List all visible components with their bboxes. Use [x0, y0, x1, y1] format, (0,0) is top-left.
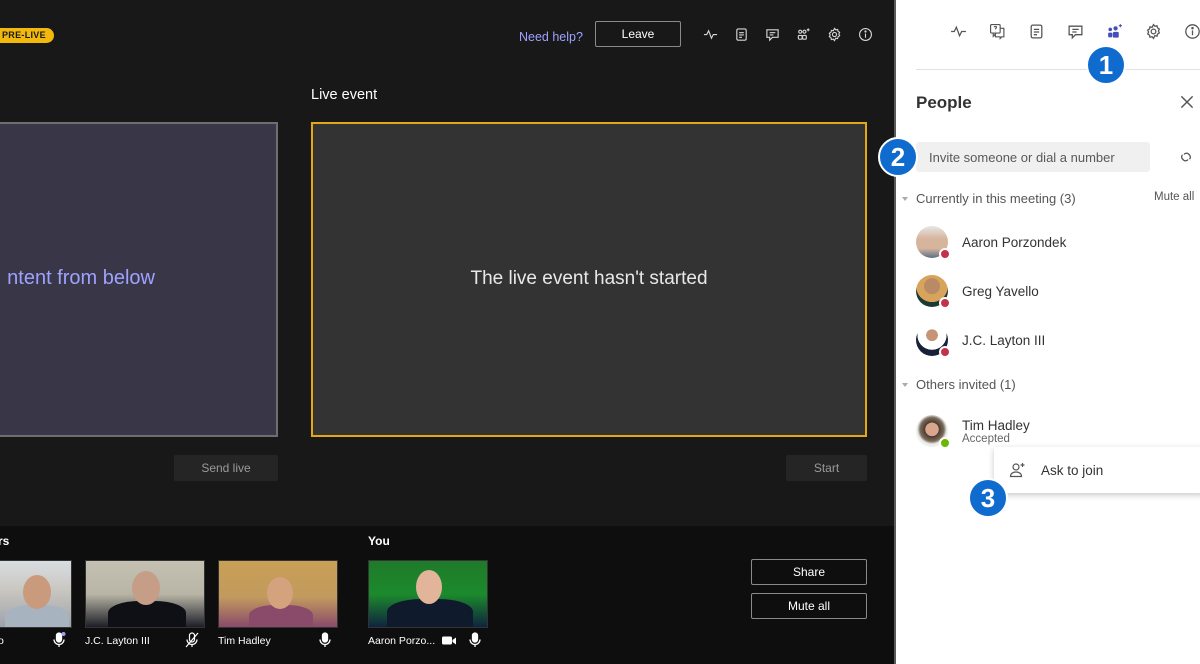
leave-button[interactable]: Leave	[595, 21, 681, 47]
invited-name: Tim Hadley	[962, 417, 1030, 433]
participant-name: Greg Yavello	[962, 283, 1039, 299]
divider	[916, 69, 1200, 70]
video-tile-name: o	[0, 635, 4, 647]
top-toolbar	[700, 24, 875, 44]
video-tile-name: J.C. Layton III	[85, 635, 150, 647]
self-video-tile[interactable]	[368, 560, 488, 628]
close-icon[interactable]	[1178, 93, 1196, 111]
settings-icon[interactable]	[1141, 20, 1165, 42]
live-event-status-text: The live event hasn't started	[470, 268, 708, 289]
avatar	[916, 324, 951, 358]
invite-status: Accepted	[962, 432, 1010, 445]
mic-speaking-icon[interactable]	[52, 632, 66, 648]
self-video-tile-name: Aaron Porzo...	[368, 635, 436, 647]
panel-toolbar	[946, 20, 1200, 42]
people-add-icon[interactable]	[793, 24, 813, 44]
in-meeting-group-header[interactable]: Currently in this meeting (3)	[902, 191, 1076, 206]
mute-all-button[interactable]: Mute all	[751, 593, 867, 619]
start-button[interactable]: Start	[786, 455, 867, 481]
callout-badge: 3	[968, 478, 1008, 518]
callout-badge: 2	[878, 137, 918, 177]
invited-item[interactable]: Tim Hadley Accepted	[916, 414, 1030, 449]
send-live-button[interactable]: Send live	[174, 455, 278, 481]
health-icon[interactable]	[946, 20, 970, 42]
caret-down-icon	[902, 382, 908, 387]
status-busy-icon	[939, 248, 951, 260]
status-available-icon	[939, 437, 951, 449]
live-event-stage: The live event hasn't started	[311, 122, 867, 437]
mute-all-link[interactable]: Mute all	[1154, 191, 1194, 203]
need-help-link[interactable]: Need help?	[519, 30, 583, 44]
producer-view: PRE-LIVE Need help? Leave ntent from bel…	[0, 0, 894, 664]
health-icon[interactable]	[700, 24, 720, 44]
info-icon[interactable]	[855, 24, 875, 44]
chat-icon[interactable]	[762, 24, 782, 44]
status-busy-icon	[939, 346, 951, 358]
avatar	[916, 275, 951, 309]
status-badge: PRE-LIVE	[0, 28, 54, 43]
participant-item[interactable]: Aaron Porzondek	[916, 225, 1067, 260]
caret-down-icon	[902, 196, 908, 201]
qa-icon[interactable]	[985, 20, 1009, 42]
context-menu: Ask to join	[994, 447, 1200, 493]
you-label: You	[368, 534, 390, 548]
presenters-strip: rs o J.C. Layton III Tim Hadley You Aaro…	[0, 526, 894, 664]
participant-name: Aaron Porzondek	[962, 234, 1067, 250]
notes-icon[interactable]	[731, 24, 751, 44]
notes-icon[interactable]	[1024, 20, 1048, 42]
participant-item[interactable]: Greg Yavello	[916, 274, 1039, 309]
video-tile-name: Tim Hadley	[218, 635, 271, 647]
invited-group-header[interactable]: Others invited (1)	[902, 377, 1016, 392]
mic-icon[interactable]	[468, 632, 482, 648]
ask-to-join-menu-item[interactable]: Ask to join	[1041, 463, 1103, 478]
callout-badge: 1	[1086, 45, 1126, 85]
preview-placeholder-text: ntent from below	[7, 267, 155, 289]
video-tile[interactable]	[218, 560, 338, 628]
people-icon[interactable]	[1102, 20, 1126, 42]
link-icon[interactable]	[1176, 147, 1196, 167]
participant-name: J.C. Layton III	[962, 332, 1046, 348]
info-icon[interactable]	[1180, 20, 1200, 42]
person-add-icon	[1008, 461, 1026, 479]
avatar	[916, 226, 951, 260]
panel-title: People	[916, 93, 972, 112]
avatar	[916, 415, 951, 449]
mic-icon[interactable]	[318, 632, 332, 648]
video-tile[interactable]	[85, 560, 205, 628]
status-busy-icon	[939, 297, 951, 309]
mic-muted-icon[interactable]	[185, 632, 199, 648]
camera-icon[interactable]	[441, 632, 457, 648]
share-button[interactable]: Share	[751, 559, 867, 585]
preview-queue[interactable]: ntent from below	[0, 122, 278, 437]
settings-icon[interactable]	[824, 24, 844, 44]
people-panel: People Currently in this meeting (3) Mut…	[894, 0, 1200, 664]
video-tile[interactable]	[0, 560, 72, 628]
teams-live-event-producer: PRE-LIVE Need help? Leave ntent from bel…	[0, 0, 1200, 664]
presenters-label: rs	[0, 534, 10, 548]
invite-input[interactable]	[916, 142, 1150, 172]
participant-item[interactable]: J.C. Layton III	[916, 323, 1046, 358]
chat-icon[interactable]	[1063, 20, 1087, 42]
live-event-label: Live event	[311, 87, 378, 103]
